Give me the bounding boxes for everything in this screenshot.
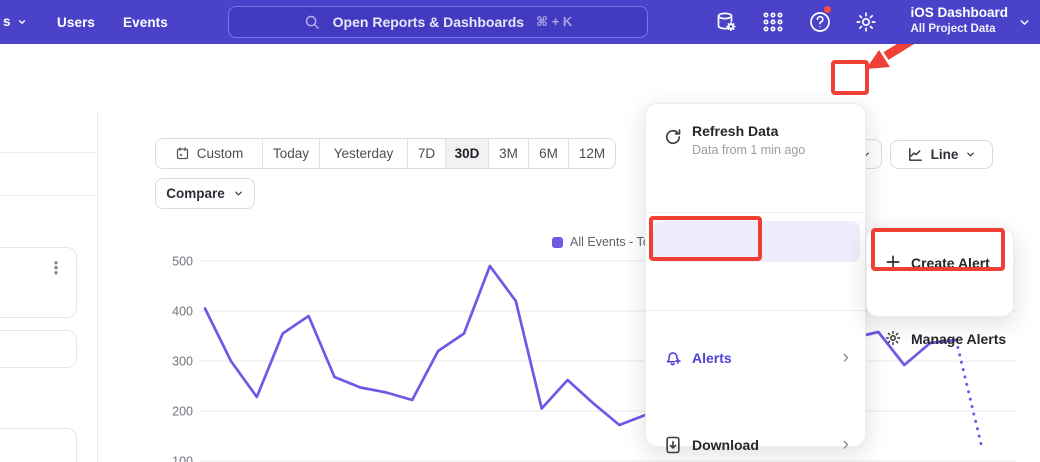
notification-dot [823, 5, 832, 14]
submenu-item-create-alert[interactable]: Create Alert [867, 236, 1013, 274]
chevron-down-icon [965, 149, 976, 160]
project-title: iOS Dashboard [910, 4, 1008, 22]
sidebar-divider [0, 195, 98, 196]
nav-item-truncated[interactable]: s [3, 14, 27, 29]
sidebar-divider [0, 152, 98, 153]
search-placeholder: Open Reports & Dashboards [333, 14, 524, 30]
chevron-down-icon [233, 188, 244, 199]
menu-item-refresh-data[interactable]: Refresh Data Data from 1 min ago [646, 113, 865, 165]
apps-grid-icon[interactable] [761, 10, 785, 34]
date-range-custom[interactable]: Custom [156, 139, 262, 168]
nav-item-events[interactable]: Events [123, 15, 168, 30]
menu-item-delete[interactable]: Delete [646, 399, 865, 437]
more-options-menu: Refresh Data Data from 1 min ago Undo ⌘ … [645, 103, 866, 447]
date-range-30d[interactable]: 30D [445, 139, 488, 168]
refresh-icon [663, 127, 683, 147]
date-range-yesterday[interactable]: Yesterday [319, 139, 407, 168]
menu-item-new-report[interactable]: New Report [646, 319, 865, 357]
top-navigation-bar: s Users Events Open Reports & Dashboards… [0, 0, 1040, 44]
report-header [0, 44, 1040, 112]
plus-icon [884, 253, 902, 271]
submenu-item-manage-alerts[interactable]: Manage Alerts [867, 274, 1013, 312]
project-selector[interactable]: iOS Dashboard All Project Data [910, 4, 1008, 36]
date-range-label: Custom [197, 146, 244, 161]
menu-item-undo[interactable]: Undo ⌘ Z [646, 169, 865, 207]
svg-text:100: 100 [172, 455, 193, 462]
calendar-icon [175, 146, 190, 161]
date-range-12m[interactable]: 12M [568, 139, 615, 168]
svg-text:400: 400 [172, 305, 193, 319]
date-range-3m[interactable]: 3M [488, 139, 528, 168]
date-range-6m[interactable]: 6M [528, 139, 568, 168]
menu-item-download[interactable]: Download › [646, 265, 865, 303]
chart-type-dropdown[interactable]: Line [890, 140, 993, 169]
menu-item-alerts[interactable]: Alerts › [646, 221, 865, 262]
date-range-today[interactable]: Today [262, 139, 319, 168]
svg-text:300: 300 [172, 355, 193, 369]
date-range-7d[interactable]: 7D [407, 139, 445, 168]
alerts-submenu: Create Alert Manage Alerts [866, 227, 1014, 317]
line-chart-icon [907, 146, 924, 163]
date-range-segmented-control: Custom Today Yesterday 7D 30D 3M 6M 12M [155, 138, 616, 169]
menu-divider [646, 310, 865, 311]
app-window: 500400300200100 All Events - Total ••• C… [0, 0, 1040, 462]
chevron-down-icon [1018, 16, 1031, 29]
sidebar-card[interactable] [0, 428, 77, 462]
compare-label: Compare [166, 186, 225, 201]
search-shortcut: ⌘ + K [536, 14, 572, 30]
svg-text:200: 200 [172, 405, 193, 419]
global-search-bar[interactable]: Open Reports & Dashboards ⌘ + K [228, 6, 648, 38]
gear-icon [884, 329, 902, 347]
sidebar-card[interactable] [0, 330, 77, 368]
legend-swatch [552, 237, 563, 248]
project-subtitle: All Project Data [910, 22, 1008, 36]
data-management-icon[interactable] [714, 10, 738, 34]
search-icon [304, 14, 321, 31]
compare-button[interactable]: Compare [155, 178, 255, 209]
chevron-down-icon [17, 17, 27, 27]
sidebar-card[interactable] [0, 247, 77, 318]
gear-icon[interactable] [854, 10, 878, 34]
svg-text:500: 500 [172, 255, 193, 269]
kebab-menu-icon[interactable]: ••• [51, 260, 61, 275]
menu-item-rename[interactable]: Rename [646, 359, 865, 397]
nav-item-users[interactable]: Users [57, 15, 95, 30]
menu-divider [646, 212, 865, 213]
submenu-chevron-icon: › [843, 440, 849, 450]
chart-type-label: Line [931, 147, 959, 162]
download-icon [663, 435, 683, 455]
query-builder-sidebar: ••• [0, 112, 98, 462]
